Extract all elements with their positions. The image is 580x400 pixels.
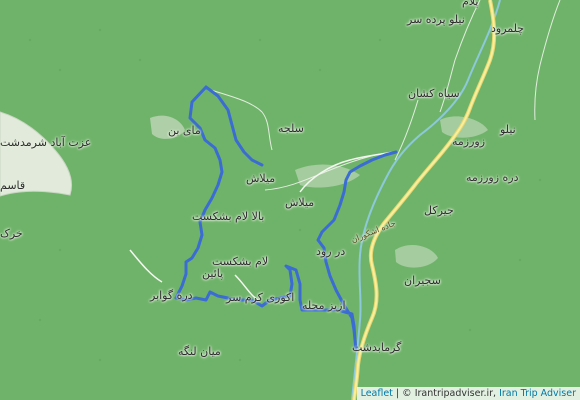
place-label: عزت آباد شرمدشت (0, 136, 92, 149)
place-label: چلمرود (491, 22, 525, 35)
place-label: سجیران (404, 274, 441, 287)
place-label: سیاه کشان (408, 87, 460, 100)
map-canvas[interactable]: پلام چلمرود نیلو پرده سر سیاه کشان نیلو … (0, 0, 580, 400)
attribution-site: Irantripadviser.ir (414, 388, 494, 399)
place-label: پائین (202, 267, 224, 280)
place-label: در رود (316, 245, 346, 258)
place-label: نیلو پرده سر (407, 13, 465, 26)
place-label: دره زورزمه (466, 171, 519, 184)
place-label: اکوری کرم سر (226, 291, 295, 304)
leaflet-link[interactable]: Leaflet (361, 388, 393, 399)
place-label: میلاش (246, 172, 276, 185)
place-label: ازیز محله (302, 299, 346, 312)
place-label: خرک (0, 227, 23, 240)
place-label: گرمابدشت (352, 341, 402, 354)
place-label: میلاش (285, 196, 315, 209)
place-label: جیرکل (424, 204, 454, 217)
place-label: نیلو (500, 123, 516, 136)
brand-link[interactable]: Iran Trip Adviser (499, 388, 576, 399)
attribution-separator: | © (392, 388, 415, 399)
place-label: مای بن (168, 124, 201, 137)
clearing-village (295, 164, 360, 188)
clearing-village (395, 244, 438, 268)
place-label: پلام (462, 0, 479, 8)
place-label: قاسم (0, 179, 26, 192)
place-label: میان لنگه (178, 345, 221, 358)
forest-texture (28, 28, 542, 362)
map-attribution: Leaflet | © Irantripadviser.ir, Iran Tri… (356, 387, 580, 400)
place-label: سلجه (278, 122, 304, 135)
place-label: دره گوابر (150, 289, 193, 302)
place-label: زورزمه (452, 135, 486, 148)
place-label: بالا لام بشکست (192, 210, 265, 223)
river (351, 0, 501, 400)
